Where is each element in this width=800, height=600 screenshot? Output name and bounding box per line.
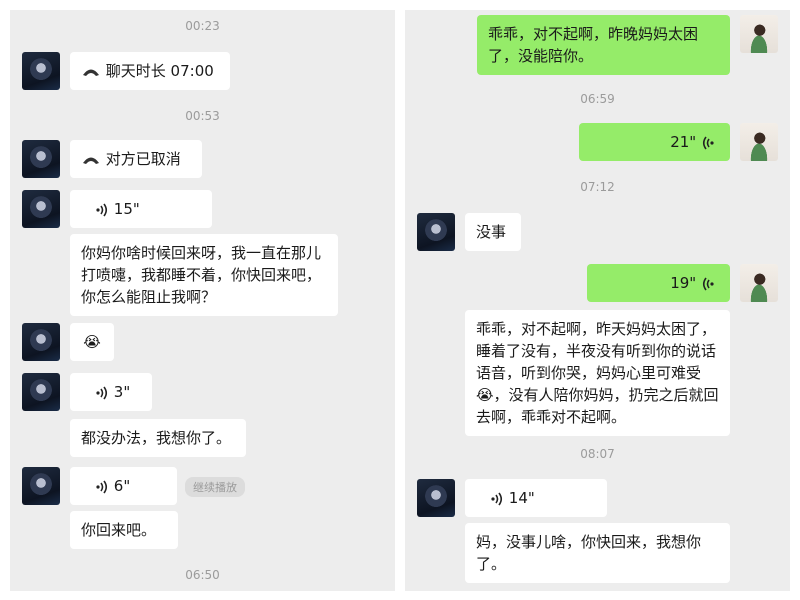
contact-avatar[interactable] xyxy=(417,213,455,251)
continue-play-button[interactable]: 继续播放 xyxy=(185,477,245,497)
transcript-bubble[interactable]: 你回来吧。 xyxy=(70,511,178,549)
voice-icon xyxy=(95,480,109,494)
phone-icon xyxy=(81,66,101,78)
call-duration-bubble[interactable]: 聊天时长 07:00 xyxy=(70,52,230,90)
chat-panel-right: 乖乖，对不起啊，昨晚妈妈太困了，没能陪你。 06:59 21" 07:12 没事… xyxy=(405,10,790,591)
contact-avatar[interactable] xyxy=(22,467,60,505)
call-cancelled-text: 对方已取消 xyxy=(105,150,181,168)
sent-text-bubble[interactable]: 乖乖，对不起啊，昨晚妈妈太困了，没能陪你。 xyxy=(477,15,730,75)
contact-avatar[interactable] xyxy=(22,140,60,178)
transcript-text: 都没办法，我想你了。 xyxy=(81,429,232,447)
transcript-text: 妈，没事儿啥，你快回来，我想你了。 xyxy=(476,533,702,573)
transcript-text: 乖乖，对不起啊，昨天妈妈太困了，睡着了没有，半夜没有听到你的说话语音，听到你哭，… xyxy=(476,320,719,426)
voice-icon xyxy=(95,203,109,217)
crying-emoji-icon: 😭 xyxy=(83,333,101,351)
self-avatar[interactable] xyxy=(740,15,778,53)
voice-duration: 15" xyxy=(113,200,140,218)
timestamp: 06:59 xyxy=(580,92,615,106)
timestamp: 08:07 xyxy=(580,447,615,461)
call-cancelled-bubble[interactable]: 对方已取消 xyxy=(70,140,202,178)
timestamp: 07:12 xyxy=(580,180,615,194)
voice-icon xyxy=(490,492,504,506)
voice-duration: 19" xyxy=(670,274,697,292)
transcript-text: 你妈你啥时候回来呀，我一直在那儿打喷嚏，我都睡不着，你快回来吧，你怎么能阻止我啊… xyxy=(81,244,322,306)
self-avatar[interactable] xyxy=(740,123,778,161)
voice-icon xyxy=(95,386,109,400)
voice-message-bubble[interactable]: 3" xyxy=(70,373,152,411)
contact-avatar[interactable] xyxy=(22,323,60,361)
contact-avatar[interactable] xyxy=(22,190,60,228)
call-duration-text: 聊天时长 07:00 xyxy=(105,62,214,80)
timestamp: 06:50 xyxy=(185,568,220,582)
voice-duration: 21" xyxy=(670,133,697,151)
transcript-text: 你回来吧。 xyxy=(81,521,157,539)
received-text: 没事 xyxy=(476,223,507,241)
voice-message-bubble[interactable]: 14" xyxy=(465,479,607,517)
sent-text: 乖乖，对不起啊，昨晚妈妈太困了，没能陪你。 xyxy=(488,25,699,65)
voice-duration: 6" xyxy=(113,477,131,495)
sent-voice-bubble[interactable]: 21" xyxy=(579,123,730,161)
timestamp: 00:53 xyxy=(185,109,220,123)
timestamp: 00:23 xyxy=(185,19,220,33)
chat-panel-left: 00:23 聊天时长 07:00 00:53 对方已取消 15" 你妈你啥时候回… xyxy=(10,10,395,591)
voice-duration: 14" xyxy=(508,489,535,507)
transcript-bubble[interactable]: 乖乖，对不起啊，昨天妈妈太困了，睡着了没有，半夜没有听到你的说话语音，听到你哭，… xyxy=(465,310,730,436)
transcript-bubble[interactable]: 妈，没事儿啥，你快回来，我想你了。 xyxy=(465,523,730,583)
transcript-bubble[interactable]: 都没办法，我想你了。 xyxy=(70,419,246,457)
voice-message-bubble[interactable]: 6" xyxy=(70,467,177,505)
phone-icon xyxy=(81,154,101,166)
received-text-bubble[interactable]: 没事 xyxy=(465,213,521,251)
contact-avatar[interactable] xyxy=(22,52,60,90)
voice-message-bubble[interactable]: 15" xyxy=(70,190,212,228)
voice-icon xyxy=(701,136,715,150)
emoji-bubble[interactable]: 😭 xyxy=(70,323,114,361)
voice-duration: 3" xyxy=(113,383,131,401)
transcript-bubble[interactable]: 你妈你啥时候回来呀，我一直在那儿打喷嚏，我都睡不着，你快回来吧，你怎么能阻止我啊… xyxy=(70,234,338,316)
voice-icon xyxy=(701,277,715,291)
contact-avatar[interactable] xyxy=(417,479,455,517)
sent-voice-bubble[interactable]: 19" xyxy=(587,264,730,302)
self-avatar[interactable] xyxy=(740,264,778,302)
contact-avatar[interactable] xyxy=(22,373,60,411)
